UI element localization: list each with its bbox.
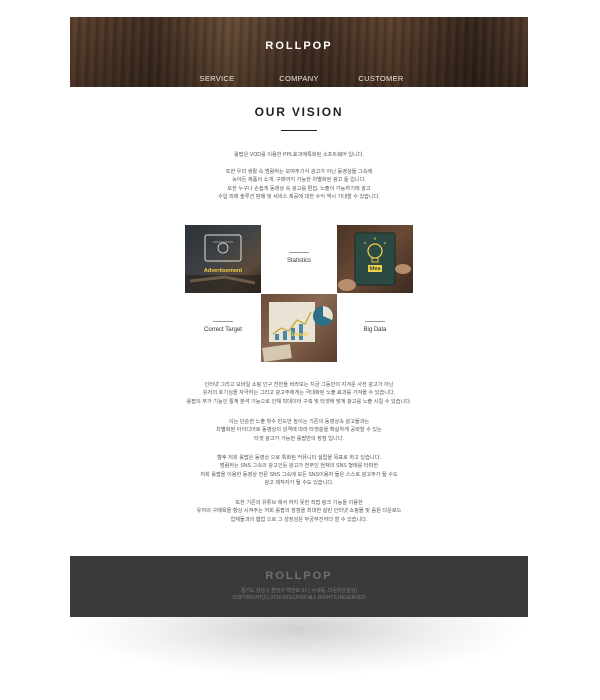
- page-shadow: [70, 617, 528, 677]
- intro-line: 수입 외에 솔루션 판매 및 서비스 제공에 대한 수익 역시 기대할 수 있습…: [218, 194, 380, 201]
- big-data-tile[interactable]: Big Data: [337, 294, 413, 362]
- growth-illustration: [262, 302, 333, 362]
- correct-target-label: Correct Target: [204, 327, 242, 333]
- growth-label: Growth: [289, 332, 309, 338]
- page: ROLLPOP SERVICE COMPANY CUSTOMER OUR VIS…: [70, 17, 528, 617]
- body-paragraph-4: 또한 기존의 유튜브 에서 하지 못한 직접 링크 기능을 이용한 유저의 구매…: [70, 499, 528, 524]
- title-divider: [281, 130, 317, 131]
- intro-line: 롤팝은 VOD를 이용한 PPL효과에특화된 소프트웨어 입니다.: [234, 152, 364, 158]
- nav-customer[interactable]: CUSTOMER: [340, 74, 422, 83]
- footer-copyright: COPYRIGHT(C) 2016 ROLLPOP ALL RIGHTS RES…: [232, 595, 366, 601]
- intro-spacer: [70, 159, 528, 167]
- body-paragraph-2: 이는 단순한 노출 횟수 빈도만 높이는 기존의 동영상속 광고들과는 차별화된…: [70, 418, 528, 443]
- nav-service[interactable]: SERVICE: [176, 74, 258, 83]
- statistics-divider: [289, 252, 309, 253]
- big-data-label: Big Data: [363, 327, 387, 333]
- body-line: 인터넷 그리고 모바일 쇼핑 인구 천만을 바라보는 지금 그동안의 지겨운 사…: [204, 382, 394, 388]
- feature-grid: Advertisement Statistics Idea Correct Ta…: [185, 225, 413, 362]
- vision-intro: 롤팝은 VOD를 이용한 PPL효과에특화된 소프트웨어 입니다. 또한 우리 …: [70, 151, 528, 201]
- statistics-tile[interactable]: Statistics: [261, 225, 337, 293]
- body-line: 차별화된 아이디어로 동영상의 성격에 따라 타겟층을 확실하게 공략할 수 있…: [216, 427, 382, 434]
- correct-target-tile[interactable]: Correct Target: [185, 294, 261, 362]
- body-paragraph-3: 향후 저희 롤팝은 동영상 으로 특화된 커뮤니티 설립을 목표로 하고 있습니…: [70, 454, 528, 488]
- body-line: 저희 롤팝을 이용한 동영상 전문 SNS 그속에 모든 SNS이용자 들은 스…: [200, 471, 398, 478]
- body-line: 향후 저희 롤팝은 동영상 으로 특화된 커뮤니티 설립을 목표로 하고 있습니…: [217, 455, 381, 461]
- site-logo[interactable]: ROLLPOP: [70, 40, 528, 52]
- body-line: 롤팝의 부가 기능인 통계 분석 기능으로 인해 빅데이터 구축 및 타겟에 맞…: [186, 398, 412, 405]
- nav-company[interactable]: COMPANY: [258, 74, 340, 83]
- body-line: 범람하는 SNS 그속의 광고인듯 광고가 전부인 현재의 SNS 형태를 타파…: [219, 463, 379, 470]
- footer: ROLLPOP 경기도 성남시 분당구 백현로 97 ( 수내동, 다운타운빌딩…: [70, 556, 528, 617]
- idea-tile[interactable]: Idea: [337, 225, 413, 293]
- correct-target-divider: [213, 321, 233, 322]
- body-paragraph-1: 인터넷 그리고 모바일 쇼핑 인구 천만을 바라보는 지금 그동안의 지겨운 사…: [70, 381, 528, 406]
- body-line: 광고 제작자가 될 수도 있습니다.: [264, 480, 334, 487]
- main-nav: SERVICE COMPANY CUSTOMER: [70, 74, 528, 83]
- growth-tile[interactable]: Growth: [261, 294, 337, 362]
- body-line: 이는 단순한 노출 횟수 빈도만 높이는 기존의 동영상속 광고들과는: [228, 419, 370, 425]
- vision-title: OUR VISION: [254, 105, 344, 119]
- statistics-label: Statistics: [286, 258, 311, 264]
- idea-illustration: [338, 232, 411, 291]
- body-line: 또한 기존의 유튜브 에서 하지 못한 직접 링크 기능을 이용한: [235, 500, 363, 506]
- advertisement-label: Advertisement: [203, 268, 243, 274]
- header-banner: ROLLPOP SERVICE COMPANY CUSTOMER: [70, 17, 528, 87]
- intro-line: 녹아든 제품의 소개, 구매까지 가능한 차별화된 광고 툴 입니다.: [232, 177, 366, 184]
- footer-logo[interactable]: ROLLPOP: [70, 570, 528, 582]
- idea-label: Idea: [369, 266, 381, 272]
- body-line: 유저의 구매욕을 항상 시켜주는 저희 롤팝의 장점을 최대한 살린 인터넷 쇼…: [196, 508, 402, 515]
- big-data-divider: [365, 321, 385, 322]
- body-line: 유저의 호기심을 자극하는 그리고 광고주에게는 극대화된 노출 효과를 가져올…: [202, 390, 396, 397]
- advertisement-illustration: [185, 234, 261, 293]
- body-line: 업체들과의 협업 으로 그 성장성은 무궁무진하다 할 수 있습니다.: [230, 516, 368, 523]
- intro-line: 또한 우리 생활 속 범람하는 보여주기식 광고가 아닌 동영상들 그속에: [225, 168, 373, 175]
- intro-line: 또한 누구나 손쉽게 동영상 속 광고를 편집, 노출이 가능하기에 광고: [227, 185, 371, 192]
- body-line: 타겟 광고가 가능한 롤팝만의 장점 입니다.: [254, 435, 344, 442]
- footer-address: 경기도 성남시 분당구 백현로 97 ( 수내동, 다운타운빌딩): [240, 588, 358, 594]
- advertisement-tile[interactable]: Advertisement: [185, 225, 261, 293]
